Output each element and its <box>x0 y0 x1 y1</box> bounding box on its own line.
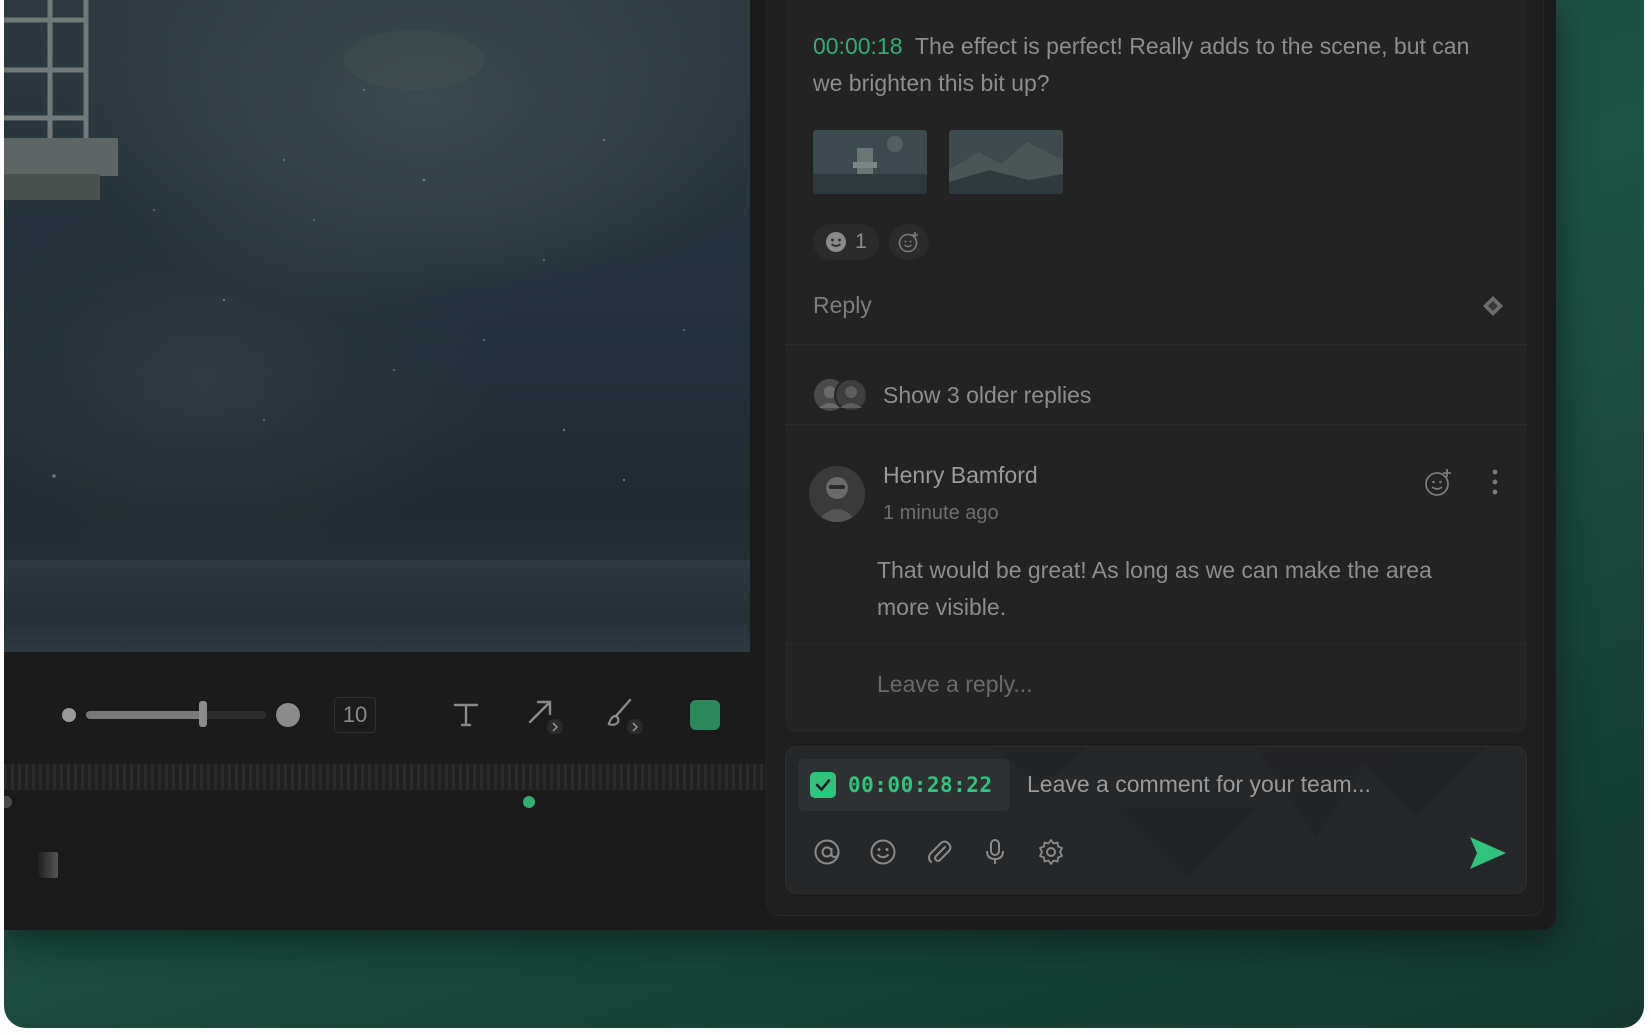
brush-size-value[interactable]: 10 <box>334 697 376 733</box>
smiley-icon <box>826 232 846 252</box>
divider <box>785 424 1527 425</box>
min-size-dot <box>62 708 76 722</box>
reply-timestamp: 1 minute ago <box>883 502 999 524</box>
send-icon <box>1470 837 1506 869</box>
emoji-icon <box>870 839 896 865</box>
brush-tool-button[interactable] <box>604 694 644 734</box>
composer-tools <box>812 837 1066 867</box>
avatar <box>809 466 865 522</box>
drawing-toolbar <box>4 652 766 764</box>
send-button[interactable] <box>1468 835 1508 871</box>
brush-size-slider[interactable] <box>86 711 266 719</box>
video-preview[interactable] <box>4 0 750 652</box>
app-window: 10 00:00:18 The effect is perfect! Reall… <box>4 0 1556 930</box>
comments-panel: 00:00:18 The effect is perfect! Really a… <box>766 0 1544 916</box>
reply-text: That would be great! As long as we can m… <box>877 557 1432 620</box>
comment-text: The effect is perfect! Really adds to th… <box>813 33 1470 96</box>
voice-button[interactable] <box>980 837 1010 867</box>
settings-button[interactable] <box>1036 837 1066 867</box>
max-size-dot <box>276 703 300 727</box>
comment-body: 00:00:18 The effect is perfect! Really a… <box>813 28 1473 102</box>
timecode-chip[interactable]: 00:00:28:22 <box>798 759 1010 811</box>
playhead[interactable] <box>523 796 535 808</box>
arrow-icon <box>528 700 563 734</box>
show-older-replies-link[interactable]: Show 3 older replies <box>883 382 1091 409</box>
slider-handle[interactable] <box>199 701 207 727</box>
attachment-thumbnail[interactable] <box>813 130 927 194</box>
check-icon <box>815 779 831 792</box>
tower-structure <box>4 0 118 200</box>
at-icon <box>814 839 840 865</box>
user-avatar-icon <box>809 466 865 522</box>
comment-composer: 00:00:28:22 Leave a comment for your tea… <box>785 746 1527 894</box>
text-icon <box>453 703 479 727</box>
emoji-button[interactable] <box>868 837 898 867</box>
reply-author[interactable]: Henry Bamford <box>883 462 1038 489</box>
older-replies-avatars <box>814 378 868 412</box>
backdrop: 10 00:00:18 The effect is perfect! Reall… <box>4 0 1644 1028</box>
color-swatch-button[interactable] <box>690 700 720 730</box>
timeline-ruler <box>4 764 766 790</box>
paperclip-icon <box>928 840 952 863</box>
divider <box>785 344 1527 345</box>
timecode-checkbox[interactable] <box>810 772 836 798</box>
text-tool-button[interactable] <box>446 694 486 734</box>
comment-timecode-link[interactable]: 00:00:18 <box>813 33 903 59</box>
add-emoji-icon[interactable] <box>1423 468 1453 498</box>
add-reaction-button[interactable] <box>889 224 929 260</box>
attachment-thumbnail[interactable] <box>949 130 1063 194</box>
reaction-count: 1 <box>855 230 867 253</box>
arrow-tool-button[interactable] <box>524 694 564 734</box>
reply-input[interactable]: Leave a reply... <box>877 671 1033 698</box>
comment-thread: 00:00:18 The effect is perfect! Really a… <box>785 0 1527 732</box>
mention-button[interactable] <box>812 837 842 867</box>
reaction-pill[interactable]: 1 <box>813 224 879 260</box>
add-emoji-icon <box>898 232 918 253</box>
water-surface <box>4 560 750 652</box>
clip-thumbnail[interactable] <box>38 852 58 878</box>
diamond-icon[interactable] <box>1482 295 1504 317</box>
reply-input-row: Leave a reply... <box>785 644 1527 732</box>
composer-timecode: 00:00:28:22 <box>848 773 993 797</box>
timeline[interactable] <box>4 764 766 930</box>
more-options-icon[interactable] <box>1490 468 1500 496</box>
settings-icon <box>1039 839 1063 865</box>
attach-button[interactable] <box>924 837 954 867</box>
brush-icon <box>607 698 643 734</box>
slider-fill <box>86 711 203 719</box>
comment-input[interactable]: Leave a comment for your team... <box>1027 771 1371 798</box>
reply-link[interactable]: Reply <box>813 292 872 319</box>
microphone-icon <box>986 839 1004 864</box>
